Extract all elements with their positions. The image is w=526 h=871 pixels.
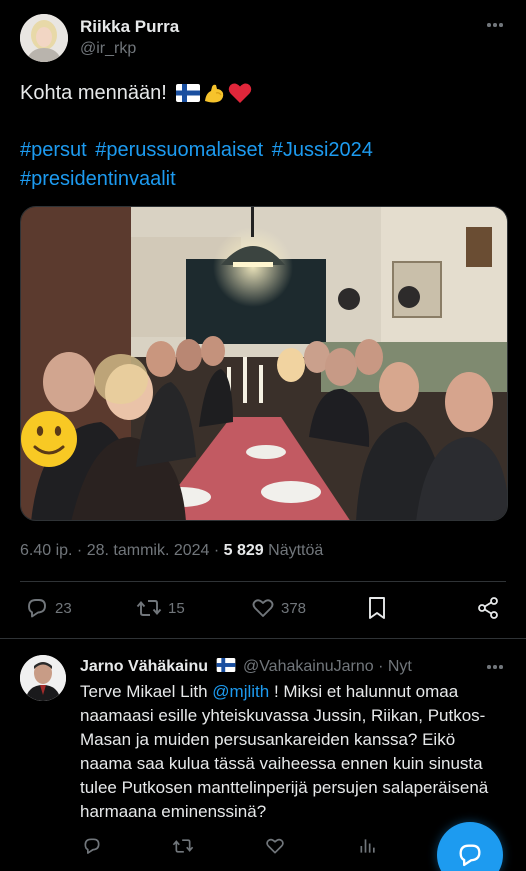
hashtag-link[interactable]: #perussuomalaiset [95, 139, 263, 161]
reply-button[interactable]: 23 [25, 596, 72, 620]
finland-flag-icon [176, 84, 201, 102]
retweet-icon [136, 600, 162, 616]
reply-author-name[interactable]: Jarno Vähäkainu [80, 658, 208, 675]
retweet-button[interactable]: 15 [136, 596, 185, 620]
reply-header: Jarno Vähäkainu @VahakainuJarno · Nyt [80, 657, 506, 677]
reply-text: Terve Mikael Lith @mjlith ! Miksi et hal… [80, 680, 510, 824]
tweet-text: Kohta mennään! [20, 80, 506, 107]
hashtag-link[interactable]: #persut [20, 139, 87, 161]
views-count: 5 829 [223, 542, 264, 559]
tweet-photo[interactable] [20, 206, 508, 521]
tweet-meta: 6.40 ip. · 28. tammik. 2024 · 5 829 Näyt… [20, 541, 323, 561]
hashtags: #persut #perussuomalaiset #Jussi2024 #pr… [20, 136, 506, 194]
bookmark-button[interactable] [366, 596, 388, 620]
finland-flag-icon [216, 658, 235, 672]
heart-icon [266, 838, 284, 854]
reply-author-avatar[interactable] [20, 655, 66, 701]
reply-retweet-button[interactable] [172, 836, 194, 861]
reply-text-end: ! Miksi et halunnut omaa naamaasi esille… [80, 682, 489, 821]
more-options-icon[interactable] [484, 16, 506, 34]
mention-link[interactable]: @mjlith [212, 682, 269, 701]
tweet-header: Riikka Purra @ir_rkp [20, 14, 506, 64]
retweet-count: 15 [168, 599, 185, 617]
reply-author-handle[interactable]: @VahakainuJarno · Nyt [243, 658, 412, 675]
author-handle[interactable]: @ir_rkp [80, 39, 179, 59]
retweet-icon [172, 839, 194, 853]
heart-icon [252, 599, 274, 617]
hashtag-link[interactable]: #Jussi2024 [272, 139, 373, 161]
divider [20, 581, 506, 582]
bookmark-icon [369, 597, 385, 619]
reply-like-button[interactable] [265, 836, 285, 861]
comment-icon [84, 838, 100, 854]
analytics-icon [360, 839, 375, 853]
views-label: Näyttöä [268, 542, 324, 559]
author-block: Riikka Purra @ir_rkp [80, 17, 179, 59]
comment-icon [28, 599, 46, 618]
author-avatar[interactable] [20, 14, 68, 62]
compose-reply-icon [459, 844, 481, 867]
tweet-action-bar: 23 15 378 [20, 596, 506, 624]
like-button[interactable]: 378 [251, 596, 306, 620]
timestamp[interactable]: 6.40 ip. · 28. tammik. 2024 · [20, 542, 219, 559]
tweet-body: Kohta mennään! [20, 82, 167, 104]
author-name[interactable]: Riikka Purra [80, 17, 179, 37]
like-count: 378 [281, 599, 307, 617]
reply-more-options-icon[interactable] [484, 658, 506, 676]
reply-reply-button[interactable] [82, 836, 102, 861]
reply-count: 23 [55, 599, 72, 617]
emoji-row [176, 81, 252, 105]
hashtag-link[interactable]: #presidentinvaalit [20, 168, 176, 190]
reply-text-start: Terve Mikael Lith [80, 682, 213, 701]
reply-analytics-button[interactable] [358, 836, 378, 861]
red-heart-icon [229, 83, 252, 103]
flexed-biceps-icon [205, 84, 224, 103]
share-button[interactable] [476, 596, 500, 620]
share-icon [478, 597, 498, 619]
